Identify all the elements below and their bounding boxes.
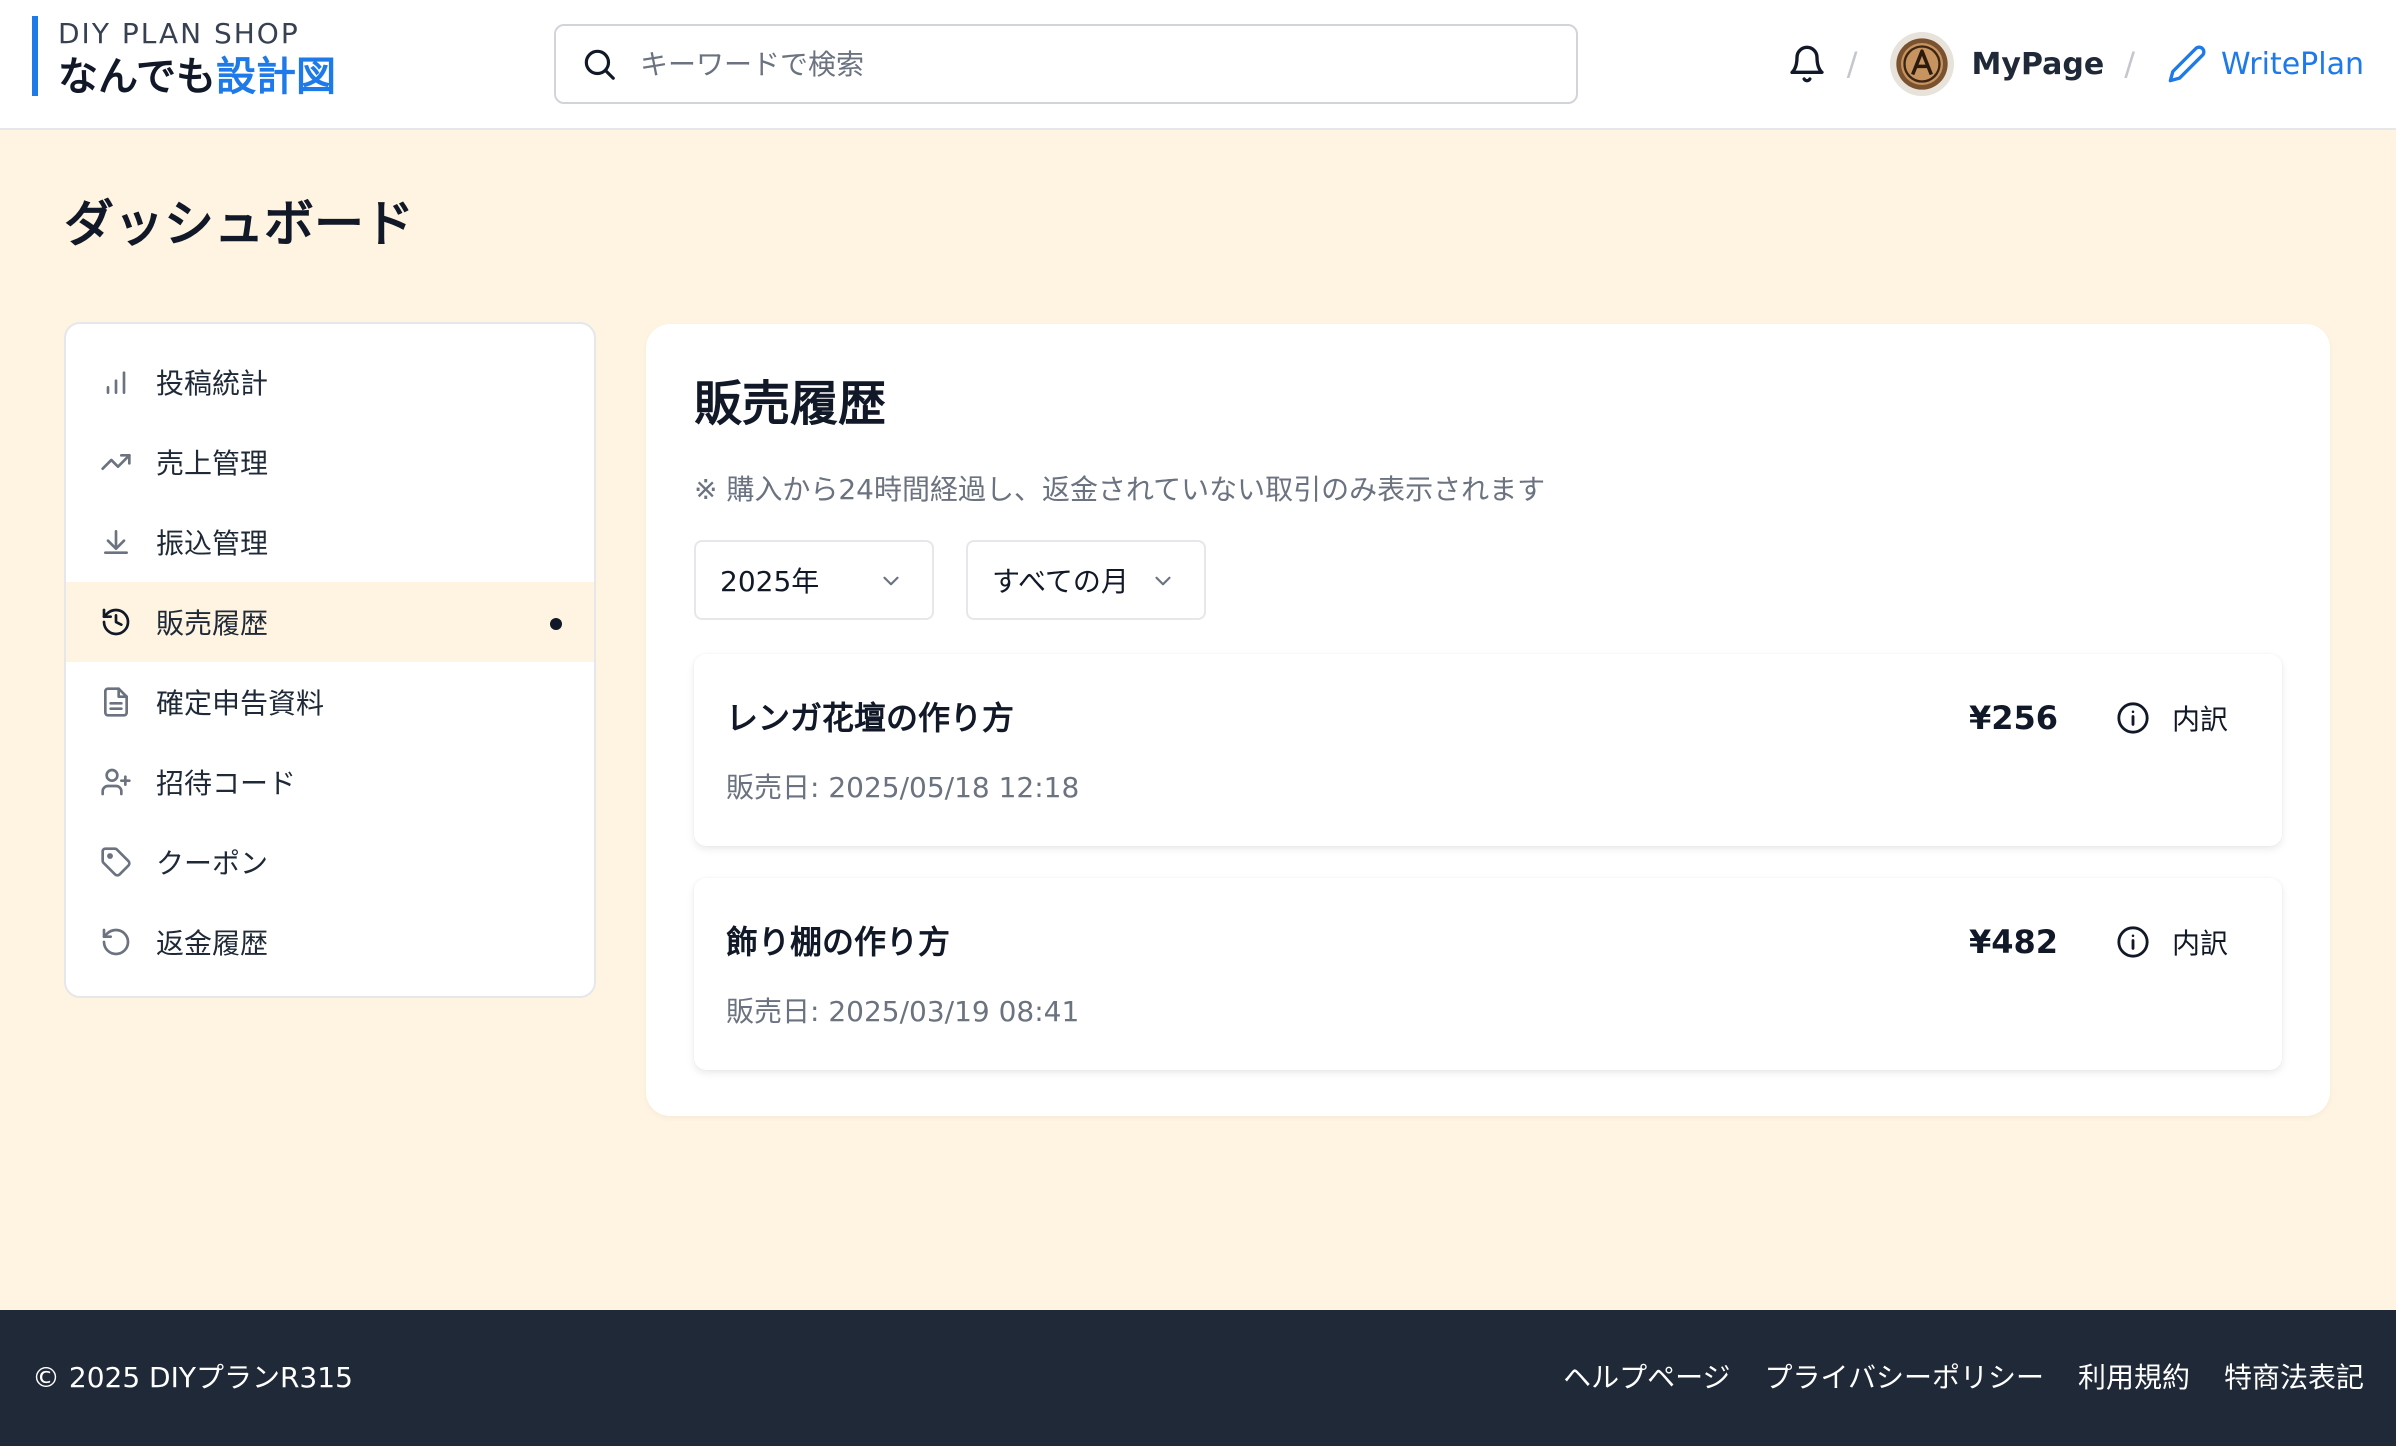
footer-link-privacy[interactable]: プライバシーポリシー: [1765, 1358, 2044, 1398]
sidebar-item-refund-history[interactable]: 返金履歴: [66, 902, 594, 982]
breakdown-label: 内訳: [2171, 927, 2228, 960]
download-icon: [104, 530, 128, 554]
search-box[interactable]: [554, 24, 1578, 104]
bar-chart-icon: [106, 371, 126, 394]
header: DIY PLAN SHOP なんでも設計図 / MyPage / WritePl…: [0, 0, 2396, 130]
chevron-down-icon: [883, 576, 899, 586]
info-icon: [2117, 926, 2149, 958]
logo-title-main: なんでも: [58, 54, 216, 100]
sidebar-item-invite-code[interactable]: 招待コード: [66, 742, 594, 822]
header-separator: /: [2124, 45, 2135, 83]
year-select[interactable]: 2025年: [694, 540, 934, 620]
logo-title: なんでも設計図: [58, 52, 336, 102]
trending-up-icon: [101, 454, 131, 470]
sidebar-item-label: 売上管理: [156, 447, 269, 480]
sale-price: ¥482: [1968, 923, 2058, 961]
year-select-value: 2025年: [720, 565, 820, 598]
section-title: 販売履歴: [694, 376, 887, 432]
footer-link-terms[interactable]: 利用規約: [2078, 1358, 2190, 1398]
sidebar-item-label: 返金履歴: [156, 927, 269, 960]
sidebar-item-sales[interactable]: 売上管理: [66, 422, 594, 502]
avatar-icon: [1895, 38, 1948, 90]
logo-title-accent: 設計図: [216, 54, 336, 100]
footer-link-help[interactable]: ヘルプページ: [1563, 1358, 1730, 1398]
sidebar-item-label: クーポン: [156, 847, 269, 880]
sidebar-item-tax-documents[interactable]: 確定申告資料: [66, 662, 594, 742]
pencil-icon: [2168, 45, 2206, 83]
chevron-down-icon: [1155, 576, 1171, 586]
sidebar: 投稿統計 売上管理 振込管理 販売履歴 確定申告資料 招待コード クーポン 返金…: [64, 322, 596, 998]
mypage-link[interactable]: MyPage: [1972, 47, 2105, 82]
header-actions: / MyPage / WritePlan: [1787, 28, 2364, 100]
sidebar-item-label: 販売履歴: [156, 607, 269, 640]
month-select-value: すべての月: [992, 565, 1129, 598]
sidebar-item-transfers[interactable]: 振込管理: [66, 502, 594, 582]
copyright: © 2025 DIYプランR315: [32, 1361, 353, 1394]
footer-links: ヘルプページ プライバシーポリシー 利用規約 特商法表記: [1529, 1358, 2364, 1398]
footer: © 2025 DIYプランR315 ヘルプページ プライバシーポリシー 利用規約…: [0, 1310, 2396, 1446]
sale-item: 飾り棚の作り方 販売日: 2025/03/19 08:41 ¥482 内訳: [694, 878, 2282, 1070]
search-input[interactable]: [640, 47, 1540, 81]
month-select[interactable]: すべての月: [966, 540, 1206, 620]
notice-text: ※ 購入から24時間経過し、返金されていない取引のみ表示されます: [694, 473, 1546, 506]
bell-icon[interactable]: [1787, 44, 1827, 84]
breakdown-button[interactable]: 内訳: [2116, 696, 2228, 740]
info-icon: [2117, 702, 2149, 734]
sidebar-item-coupon[interactable]: クーポン: [66, 822, 594, 902]
page-title: ダッシュボード: [64, 195, 414, 253]
breakdown-button[interactable]: 内訳: [2116, 920, 2228, 964]
sale-date: 販売日: 2025/05/18 12:18: [726, 771, 1080, 804]
logo-subtitle: DIY PLAN SHOP: [58, 17, 300, 50]
search-icon: [584, 49, 615, 80]
site-logo[interactable]: DIY PLAN SHOP なんでも設計図: [32, 16, 336, 100]
breakdown-label: 内訳: [2171, 703, 2228, 736]
sale-item: レンガ花壇の作り方 販売日: 2025/05/18 12:18 ¥256 内訳: [694, 654, 2282, 846]
sidebar-item-label: 振込管理: [156, 527, 269, 560]
sale-title: 飾り棚の作り方: [726, 923, 951, 961]
header-separator: /: [1846, 45, 1858, 83]
sales-history-panel: 販売履歴 ※ 購入から24時間経過し、返金されていない取引のみ表示されます 20…: [646, 324, 2330, 1116]
user-plus-icon: [101, 768, 131, 796]
sale-date: 販売日: 2025/03/19 08:41: [726, 995, 1080, 1028]
document-icon: [104, 687, 128, 717]
sidebar-item-label: 投稿統計: [156, 367, 269, 400]
writeplan-button[interactable]: WritePlan: [2167, 44, 2364, 84]
history-icon: [102, 608, 130, 636]
sidebar-item-label: 確定申告資料: [156, 687, 325, 720]
writeplan-label: WritePlan: [2220, 46, 2364, 82]
sale-title: レンガ花壇の作り方: [726, 699, 1015, 737]
refresh-icon: [102, 928, 130, 956]
tag-icon: [101, 847, 131, 877]
footer-link-legal[interactable]: 特商法表記: [2224, 1358, 2364, 1398]
sidebar-item-post-stats[interactable]: 投稿統計: [66, 342, 594, 422]
sidebar-item-sales-history[interactable]: 販売履歴: [66, 582, 594, 662]
sidebar-item-label: 招待コード: [156, 767, 297, 800]
avatar[interactable]: [1889, 32, 1954, 96]
active-indicator: [550, 618, 562, 630]
sale-price: ¥256: [1968, 699, 2058, 737]
